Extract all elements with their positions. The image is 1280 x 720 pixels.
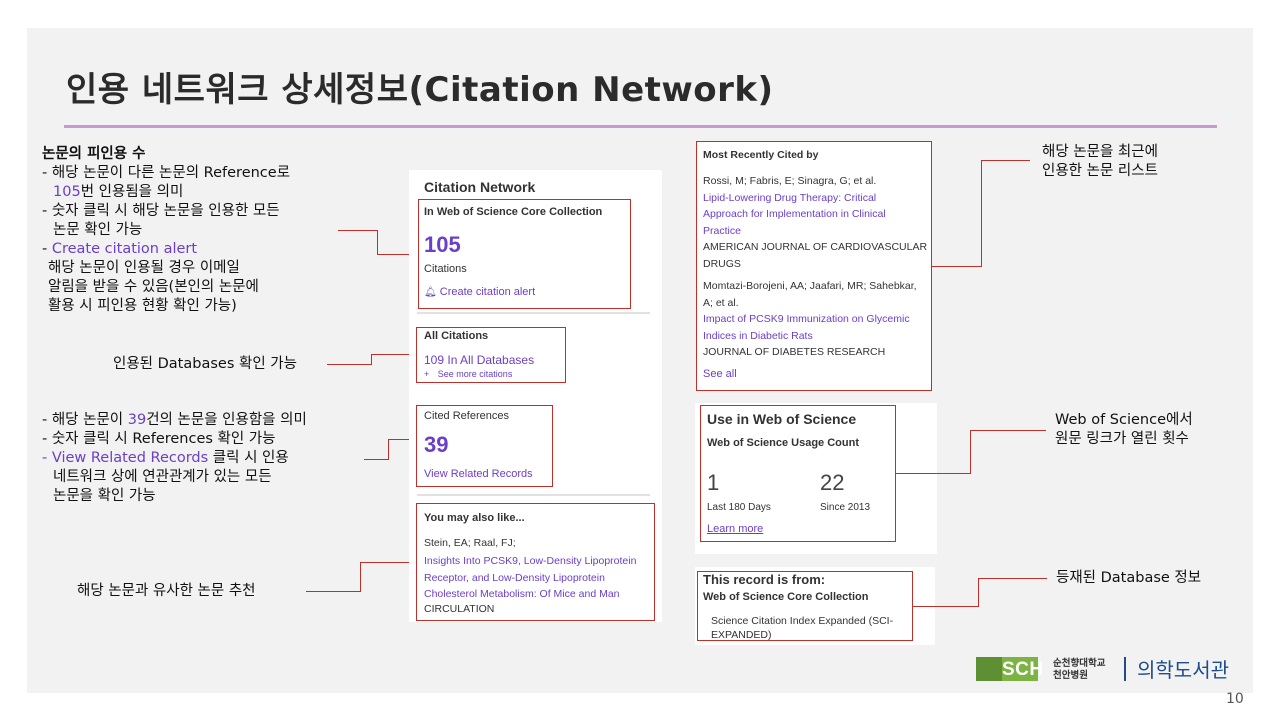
connector-line [896,473,971,474]
connector-line [978,578,979,607]
highlight-box [700,405,896,542]
annotation-line: - 해당 논문이 39건의 논문을 인용함을 의미 [42,411,307,430]
connector-line [364,439,389,459]
annotation-line: 논문 확인 가능 [53,222,143,238]
connector-line [388,439,389,460]
connector-line [364,459,389,460]
database-annotation: 등재된 Database 정보 [1056,570,1202,586]
library-name: 의학도서관 [1137,658,1229,682]
connector-line [970,430,971,474]
cited-count-highlight: 105 [53,184,81,200]
connector-line [360,562,416,563]
section-divider [417,494,650,496]
annotation-line: 논문을 확인 가능 [53,488,156,504]
times-cited-annotation: 논문의 피인용 수 - 해당 논문이 다른 논문의 Reference로 105… [42,145,290,316]
reference-count-highlight: 39 [127,412,147,428]
logo-university: 순천향대학교 [1053,658,1106,669]
annotation-text: - 해당 논문이 [42,412,128,428]
annotation-line: Web of Science에서 [1055,412,1193,428]
connector-line [970,430,1046,431]
annotation-line: 인용한 논문 리스트 [1042,163,1158,179]
sch-logo: SCH [976,657,1043,681]
connector-line [360,562,361,592]
annotation-line: - 숫자 클릭 시 References 확인 가능 [42,431,276,447]
annotation-text: - [42,241,52,257]
annotation-line: 네트워크 상에 연관관계가 있는 모든 [53,469,272,485]
highlight-box [696,141,932,391]
annotation-text: 클릭 시 인용 [208,450,289,466]
annotation-line: 105번 인용됨을 의미 [42,183,290,202]
highlight-box [416,405,553,487]
annotation-line: 알림을 받을 수 있음(본인의 논문에 [48,279,259,295]
annotation-text: 건의 논문을 인용함을 의미 [146,412,307,428]
annotation-line: 해당 논문이 인용될 경우 이메일 [48,260,240,276]
references-annotation: - 해당 논문이 39건의 논문을 인용함을 의미 - 숫자 클릭 시 Refe… [42,411,307,506]
highlight-box [697,571,913,641]
highlight-box [418,199,631,309]
annotation-line: 활용 시 피인용 현황 확인 가능) [48,298,237,314]
annotation-line: - Create citation alert [42,240,290,259]
citation-network-heading: Citation Network [424,179,536,195]
logo-separator [1124,657,1126,681]
alert-highlight: Create citation alert [51,241,198,257]
logo-block [976,657,1002,681]
connector-line [978,578,1047,579]
connector-line [981,160,1030,161]
similar-annotation: 해당 논문과 유사한 논문 추천 [77,583,256,599]
annotation-line: 원문 링크가 열린 횟수 [1055,431,1189,447]
related-records-highlight: - View Related Records [42,450,209,466]
recent-annotation: 해당 논문을 최근에 인용한 논문 리스트 [1042,143,1158,181]
times-cited-heading: 논문의 피인용 수 [42,146,146,162]
annotation-line: - 해당 논문이 다른 논문의 Reference로 [42,165,291,181]
annotation-line: - 숫자 클릭 시 해당 논문을 인용한 모든 [42,203,280,219]
highlight-box [416,503,655,621]
highlight-box [416,327,566,383]
databases-annotation: 인용된 Databases 확인 가능 [113,356,297,372]
logo-institution: 순천향대학교 천안병원 [1053,658,1105,682]
connector-line [981,160,982,267]
connector-line [913,606,979,607]
page-number: 10 [1226,691,1244,707]
annotation-line: - View Related Records 클릭 시 인용 [42,449,307,468]
connector-line [327,354,372,365]
annotation-text: 번 인용됨을 의미 [80,184,184,200]
annotation-line: 해당 논문을 최근에 [1042,144,1158,160]
section-divider [417,312,650,314]
connector-line [932,266,982,267]
connector-line [338,230,378,255]
logo-mark: SCH [1002,659,1044,680]
usage-annotation: Web of Science에서 원문 링크가 열린 횟수 [1055,411,1193,449]
connector-line [306,591,361,592]
slide-title: 인용 네트워크 상세정보(Citation Network) [66,70,774,110]
title-divider [64,125,1217,128]
logo-hospital: 천안병원 [1053,670,1088,681]
